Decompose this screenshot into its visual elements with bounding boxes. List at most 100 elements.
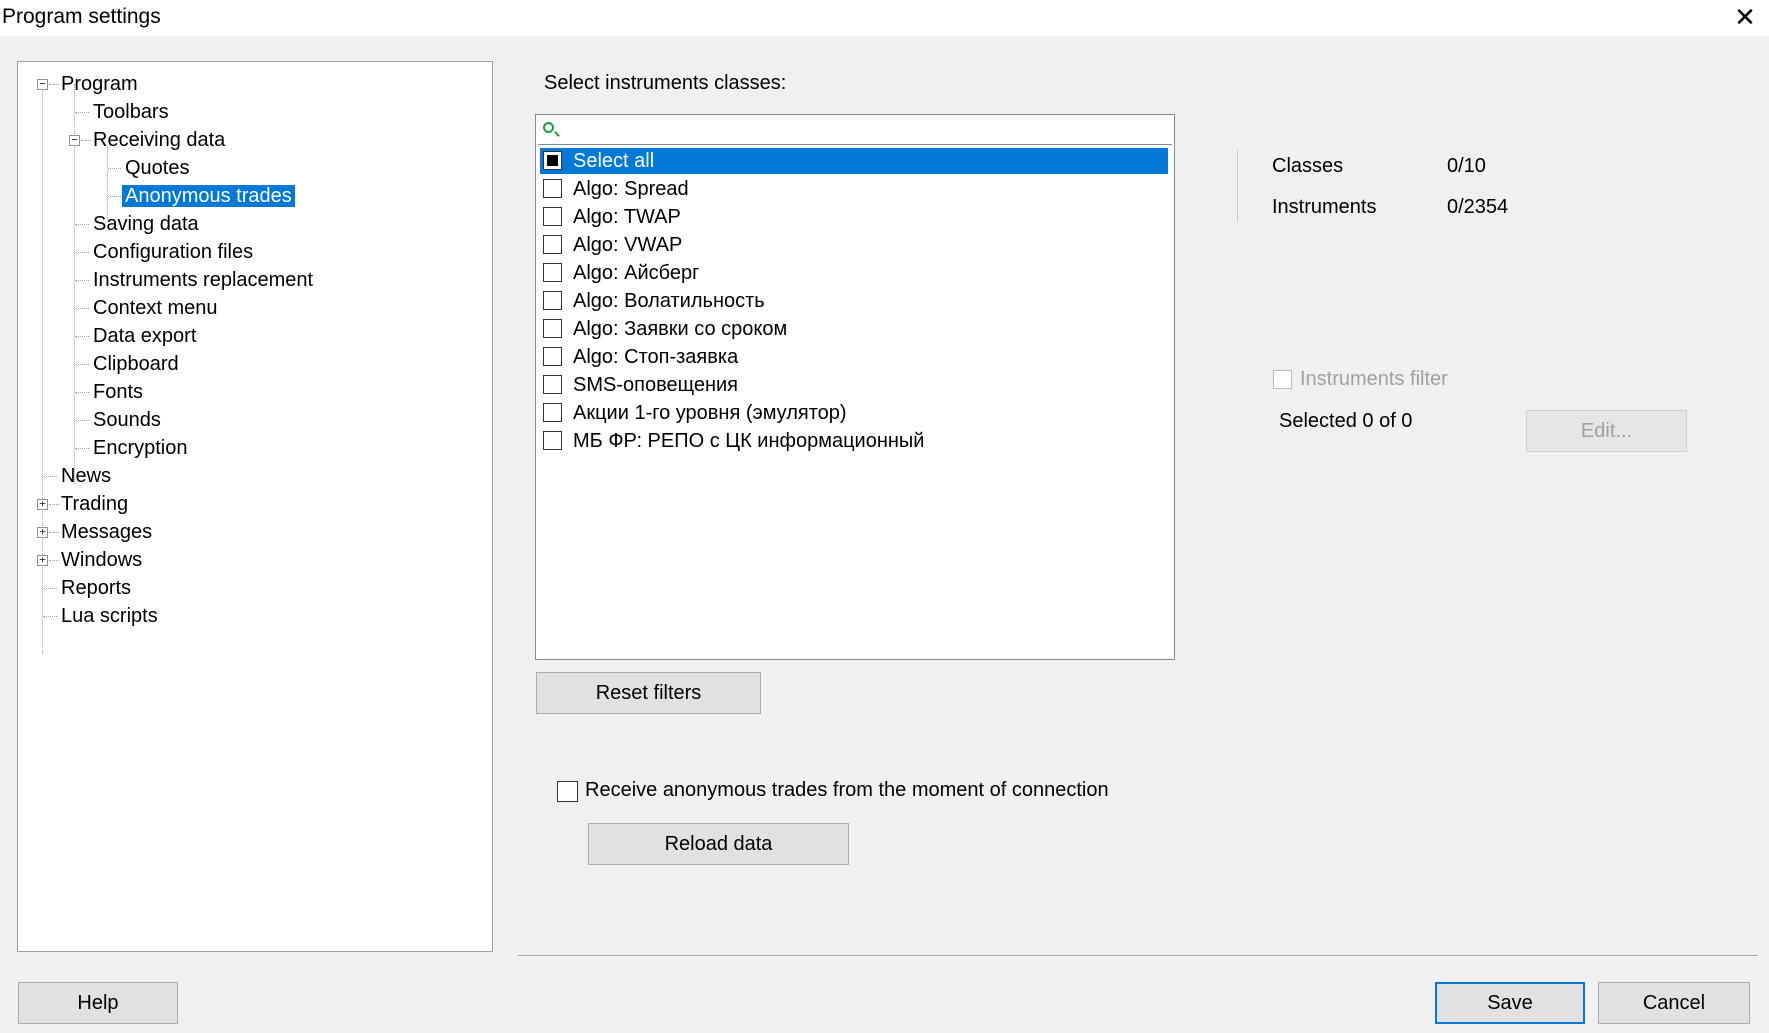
checkbox[interactable]	[543, 403, 562, 422]
list-item[interactable]: SMS-оповещения	[540, 372, 1168, 398]
checkbox[interactable]	[543, 151, 562, 170]
collapse-icon[interactable]: −	[69, 134, 80, 146]
tree-item-program[interactable]: Program	[58, 70, 141, 98]
checkbox[interactable]	[543, 347, 562, 366]
list-item[interactable]: Algo: Заявки со сроком	[540, 316, 1168, 342]
tree-item-news[interactable]: News	[58, 462, 114, 490]
tree-connector	[75, 308, 89, 309]
tree-item-anonymous-trades[interactable]: Anonymous trades	[122, 182, 295, 210]
tree-item-label: Fonts	[93, 381, 144, 403]
list-item-label: Algo: Волатильность	[573, 290, 765, 312]
footer-divider	[518, 955, 1758, 957]
tree-connector	[75, 448, 89, 449]
list-item[interactable]: Algo: Волатильность	[540, 288, 1168, 314]
list-item[interactable]: Акции 1-го уровня (эмулятор)	[540, 400, 1168, 426]
tree-item-clipboard[interactable]: Clipboard	[90, 350, 182, 378]
tree-item-label: Receiving data	[93, 129, 226, 151]
list-item[interactable]: Algo: VWAP	[540, 232, 1168, 258]
tree-item-label: Program	[61, 73, 138, 95]
list-item-label: Algo: Spread	[573, 178, 689, 200]
list-item-label: Algo: TWAP	[573, 206, 681, 228]
tree-item-lua-scripts[interactable]: Lua scripts	[58, 602, 161, 630]
help-button[interactable]: Help	[18, 982, 178, 1024]
tree-item-label: Windows	[61, 549, 143, 571]
list-item[interactable]: Algo: Spread	[540, 176, 1168, 202]
tree-item-fonts[interactable]: Fonts	[90, 378, 146, 406]
tree-connector	[75, 280, 89, 281]
list-item[interactable]: МБ ФР: РЕПО с ЦК информационный	[540, 428, 1168, 454]
list-item[interactable]: Algo: Стоп-заявка	[540, 344, 1168, 370]
classes-stat-value: 0/10	[1447, 155, 1486, 177]
list-item[interactable]: Algo: TWAP	[540, 204, 1168, 230]
settings-tree[interactable]: − Program Toolbars − Receiving data Quot…	[17, 61, 493, 952]
tree-item-trading[interactable]: Trading	[58, 490, 131, 518]
tree-connector	[108, 196, 121, 197]
instruments-filter-checkbox[interactable]	[1273, 370, 1292, 389]
checkbox[interactable]	[543, 235, 562, 254]
tree-connector	[75, 336, 89, 337]
tree-connector	[42, 84, 43, 654]
tree-connector	[75, 224, 89, 225]
class-item-select-all[interactable]: Select all	[540, 148, 1168, 174]
list-item-label: SMS-оповещения	[573, 374, 738, 396]
list-item-label: Algo: VWAP	[573, 234, 683, 256]
close-icon[interactable]: ✕	[1729, 2, 1761, 33]
tree-item-messages[interactable]: Messages	[58, 518, 155, 546]
search-input[interactable]	[562, 119, 1168, 143]
title-bar: Program settings ✕	[0, 0, 1769, 36]
edit-button[interactable]: Edit...	[1526, 410, 1687, 452]
tree-item-label: Encryption	[93, 437, 188, 459]
tree-item-label: Toolbars	[93, 101, 169, 123]
checkbox[interactable]	[543, 179, 562, 198]
tree-item-data-export[interactable]: Data export	[90, 322, 199, 350]
instruments-stat-value: 0/2354	[1447, 196, 1509, 218]
collapse-icon[interactable]: −	[37, 78, 48, 90]
tree-item-instruments-replacement[interactable]: Instruments replacement	[90, 266, 316, 294]
tree-item-windows[interactable]: Windows	[58, 546, 145, 574]
expand-icon[interactable]: +	[37, 526, 48, 538]
expand-icon[interactable]: +	[37, 498, 48, 510]
list-item-label: Select all	[573, 150, 655, 172]
tree-item-label: Data export	[93, 325, 197, 347]
expand-icon[interactable]: +	[37, 554, 48, 566]
checkbox[interactable]	[543, 431, 562, 450]
checkbox[interactable]	[543, 375, 562, 394]
receive-from-connection-label: Receive anonymous trades from the moment…	[585, 779, 1109, 801]
tree-connector	[43, 588, 57, 589]
tree-item-label: Anonymous trades	[122, 185, 295, 207]
tree-connector	[75, 252, 89, 253]
tree-connector	[75, 364, 89, 365]
tree-item-receiving-data[interactable]: Receiving data	[90, 126, 228, 154]
tree-item-configuration-files[interactable]: Configuration files	[90, 238, 256, 266]
tree-item-context-menu[interactable]: Context menu	[90, 294, 221, 322]
save-button[interactable]: Save	[1435, 982, 1585, 1024]
tree-item-label: Configuration files	[93, 241, 254, 263]
checkbox[interactable]	[543, 319, 562, 338]
list-item-label: МБ ФР: РЕПО с ЦК информационный	[573, 430, 925, 452]
tree-item-quotes[interactable]: Quotes	[122, 154, 192, 182]
tree-item-saving-data[interactable]: Saving data	[90, 210, 202, 238]
tree-item-label: Saving data	[93, 213, 199, 235]
search-bar	[538, 117, 1172, 145]
classes-listbox[interactable]: Select all Algo: Spread Algo: TWAP Algo:…	[535, 114, 1175, 660]
window-title: Program settings	[2, 5, 161, 28]
tree-item-label: Reports	[61, 577, 132, 599]
list-item[interactable]: Algo: Айсберг	[540, 260, 1168, 286]
tree-item-toolbars[interactable]: Toolbars	[90, 98, 172, 126]
instruments-filter-label: Instruments filter	[1300, 368, 1448, 390]
reset-filters-button[interactable]: Reset filters	[536, 672, 761, 714]
list-item-label: Algo: Стоп-заявка	[573, 346, 739, 368]
tree-item-reports[interactable]: Reports	[58, 574, 134, 602]
tree-item-sounds[interactable]: Sounds	[90, 406, 164, 434]
tree-item-label: Instruments replacement	[93, 269, 314, 291]
tree-connector	[75, 392, 89, 393]
receive-from-connection-checkbox[interactable]	[557, 781, 578, 802]
checkbox[interactable]	[543, 263, 562, 282]
cancel-button[interactable]: Cancel	[1598, 982, 1750, 1024]
tree-item-encryption[interactable]: Encryption	[90, 434, 191, 462]
checkbox[interactable]	[543, 291, 562, 310]
tree-connector	[75, 420, 89, 421]
classes-stat-label: Classes	[1272, 155, 1344, 177]
checkbox[interactable]	[543, 207, 562, 226]
reload-data-button[interactable]: Reload data	[588, 823, 849, 865]
